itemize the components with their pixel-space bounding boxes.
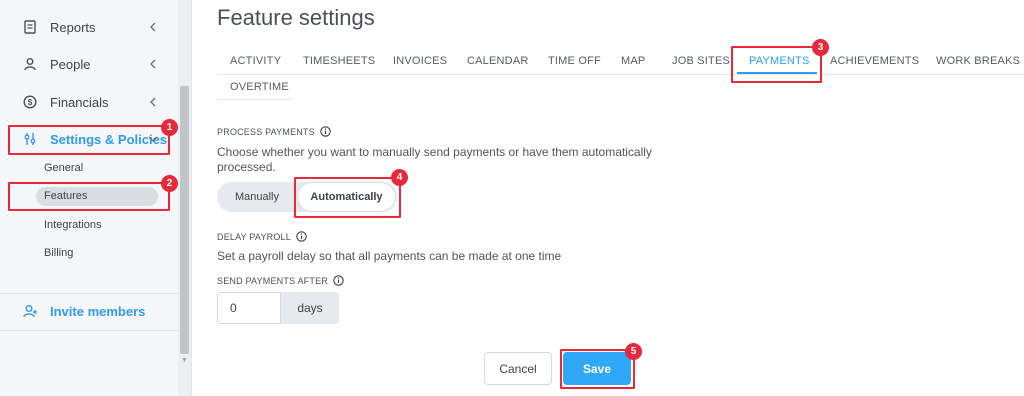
chevron-left-icon — [146, 57, 160, 71]
dollar-circle-icon: $ — [22, 94, 38, 110]
chevron-left-icon — [146, 95, 160, 109]
sidebar-subitem-billing[interactable]: Billing — [44, 247, 73, 259]
delay-days-input[interactable]: 0 — [217, 292, 281, 324]
tabs-divider — [217, 74, 1024, 75]
step-badge: 4 — [391, 169, 408, 186]
tab-job-sites[interactable]: JOB SITES — [672, 55, 730, 67]
tab-timesheets[interactable]: TIMESHEETS — [303, 55, 375, 67]
invite-members-button[interactable]: Invite members — [0, 293, 178, 329]
add-person-icon — [22, 303, 38, 319]
days-unit-label: days — [281, 292, 339, 324]
step-badge: 2 — [161, 175, 178, 192]
process-payments-label-text: PROCESS PAYMENTS — [217, 126, 315, 137]
process-payments-description: processed. — [217, 160, 276, 174]
step-badge: 1 — [161, 119, 178, 136]
tab-invoices[interactable]: INVOICES — [393, 55, 447, 67]
process-payments-description: Choose whether you want to manually send… — [217, 145, 652, 159]
active-tab-indicator — [737, 72, 817, 74]
document-icon — [22, 19, 38, 35]
cancel-button[interactable]: Cancel — [484, 352, 552, 385]
sidebar-item-label: Financials — [50, 94, 109, 110]
manually-option[interactable]: Manually — [217, 183, 297, 211]
tab-overtime[interactable]: OVERTIME — [230, 81, 289, 93]
svg-text:$: $ — [28, 98, 33, 107]
tab-payments[interactable]: PAYMENTS — [749, 55, 809, 67]
app-window: Reports People $ Financials Settings & P… — [0, 0, 1024, 396]
sliders-icon — [22, 131, 38, 147]
sidebar-subitem-integrations[interactable]: Integrations — [44, 219, 101, 231]
delay-payroll-description: Set a payroll delay so that all payments… — [217, 249, 562, 263]
save-button[interactable]: Save — [563, 352, 631, 385]
tab-activity[interactable]: ACTIVITY — [230, 55, 281, 67]
chevron-down-icon — [146, 132, 160, 146]
delay-payroll-label: DELAY PAYROLL — [217, 231, 307, 242]
process-payments-label: PROCESS PAYMENTS — [217, 126, 331, 137]
info-icon[interactable] — [320, 126, 331, 137]
sidebar-item-label: Reports — [50, 19, 96, 35]
sidebar-divider — [0, 330, 178, 331]
sidebar: Reports People $ Financials Settings & P… — [0, 0, 192, 396]
sidebar-scroll-thumb[interactable] — [180, 86, 189, 354]
sidebar-item-people[interactable]: People — [0, 46, 178, 82]
tab-achievements[interactable]: ACHIEVEMENTS — [830, 55, 919, 67]
automatically-option[interactable]: Automatically — [298, 183, 395, 211]
page-title: Feature settings — [217, 5, 375, 30]
scroll-down-arrow-icon[interactable]: ▼ — [181, 357, 188, 364]
info-icon[interactable] — [333, 275, 344, 286]
send-payments-after-label-text: SEND PAYMENTS AFTER — [217, 275, 328, 286]
tabs-divider — [217, 99, 294, 100]
tab-map[interactable]: MAP — [621, 55, 645, 67]
invite-members-label: Invite members — [50, 303, 146, 319]
sidebar-item-reports[interactable]: Reports — [0, 9, 178, 45]
tab-time-off[interactable]: TIME OFF — [548, 55, 601, 67]
step-badge: 5 — [625, 343, 642, 360]
info-icon[interactable] — [296, 231, 307, 242]
chevron-left-icon — [146, 20, 160, 34]
person-icon — [22, 56, 38, 72]
tab-calendar[interactable]: CALENDAR — [467, 55, 529, 67]
sidebar-item-financials[interactable]: $ Financials — [0, 84, 178, 120]
sidebar-subitem-features[interactable]: Features — [44, 190, 87, 202]
sidebar-subitem-general[interactable]: General — [44, 162, 83, 174]
step-badge: 3 — [812, 39, 829, 56]
sidebar-item-label: People — [50, 56, 91, 72]
tab-work-breaks[interactable]: WORK BREAKS — [936, 55, 1020, 67]
send-payments-after-label: SEND PAYMENTS AFTER — [217, 275, 344, 286]
sidebar-item-settings-policies[interactable]: Settings & Policies — [0, 121, 178, 157]
delay-payroll-label-text: DELAY PAYROLL — [217, 231, 291, 242]
